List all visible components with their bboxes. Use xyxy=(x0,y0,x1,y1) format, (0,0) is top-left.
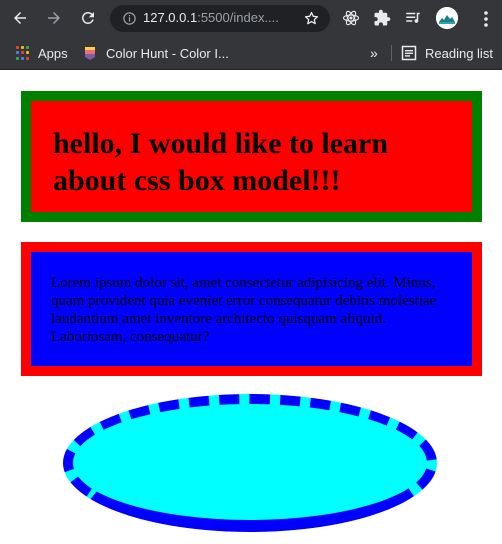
bookmark-colorhunt[interactable]: Color Hunt - Color I... xyxy=(82,37,229,69)
bookmarks-bar: Apps Color Hunt - Color I... » Reading l… xyxy=(0,37,502,70)
avatar[interactable] xyxy=(436,7,458,29)
lorem-paragraph: Lorem ipsum dolor sit, amet consectetur … xyxy=(51,275,437,345)
bookmark-colorhunt-label: Color Hunt - Color I... xyxy=(106,45,229,61)
paragraph-box: Lorem ipsum dolor sit, amet consectetur … xyxy=(21,242,482,376)
forward-icon xyxy=(48,12,60,24)
puzzle-extensions-icon[interactable] xyxy=(373,9,391,27)
back-icon xyxy=(14,12,26,24)
reading-list-button[interactable]: Reading list xyxy=(401,37,493,69)
back-button[interactable] xyxy=(8,6,32,30)
reload-icon xyxy=(81,11,94,24)
media-queue-icon[interactable] xyxy=(404,9,422,27)
page-viewport: hello, I would like to learn about css b… xyxy=(0,70,502,544)
menu-dots-icon[interactable] xyxy=(478,10,494,28)
info-icon[interactable] xyxy=(122,11,137,26)
star-icon[interactable] xyxy=(303,10,320,27)
colorhunt-favicon-icon xyxy=(85,47,95,60)
avatar-picture-icon xyxy=(436,7,458,29)
heading-box: hello, I would like to learn about css b… xyxy=(21,91,482,222)
url-host: 127.0.0.1 xyxy=(143,10,198,25)
page-heading: hello, I would like to learn about css b… xyxy=(53,127,389,197)
chevron-double-icon: » xyxy=(370,45,378,61)
bookmarks-overflow-button[interactable]: » xyxy=(370,37,378,69)
forward-button[interactable] xyxy=(42,6,66,30)
apps-grid-icon xyxy=(16,46,30,60)
browser-toolbar: 127.0.0.1:5500/index.... xyxy=(0,0,502,37)
url-text[interactable]: 127.0.0.1:5500/index.... xyxy=(143,10,293,25)
reading-list-label: Reading list xyxy=(425,45,493,61)
reload-button[interactable] xyxy=(76,6,100,30)
bookmarks-divider xyxy=(391,45,392,61)
reading-list-icon xyxy=(401,45,417,61)
bookmark-apps-label: Apps xyxy=(38,45,68,61)
url-path: :5500/index.... xyxy=(197,10,279,25)
bookmark-apps[interactable]: Apps xyxy=(16,37,68,69)
react-extension-icon[interactable] xyxy=(342,9,360,27)
address-bar[interactable]: 127.0.0.1:5500/index.... xyxy=(110,5,330,32)
ellipse-box xyxy=(63,394,437,532)
